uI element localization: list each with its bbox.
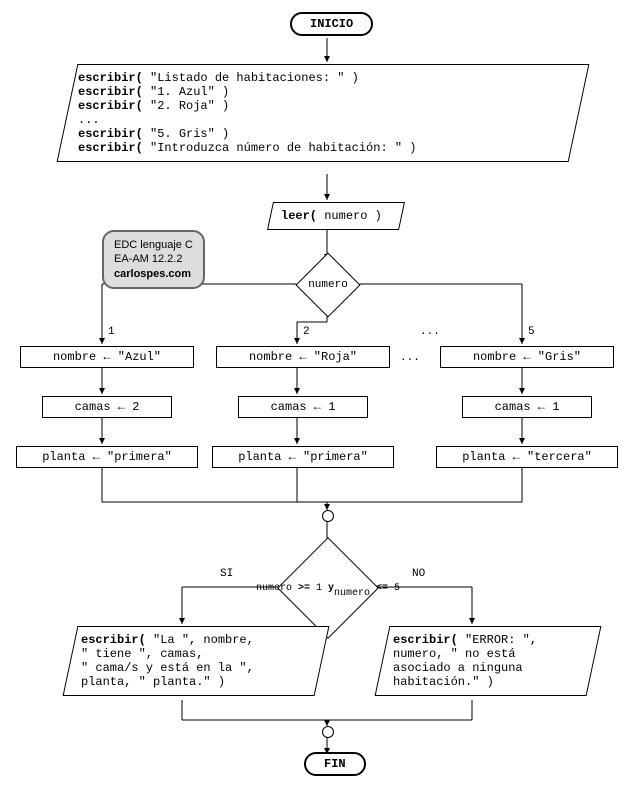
badge-line3: carlospes.com [114,267,193,281]
connector-merge-top [322,510,334,522]
io-output-no: escribir( "ERROR: ", numero, " no está a… [375,626,602,696]
connector-merge-bottom [322,726,334,738]
terminal-start: INICIO [290,12,373,36]
case-1-label: 1 [108,326,115,338]
badge-line1: EDC lenguaje C [114,239,193,251]
case-dots-label: ... [420,326,440,338]
assign-b3-nombre: nombre ← "Gris" [440,346,614,368]
io-output-yes: escribir( "La ", nombre, " tiene ", cama… [63,626,330,696]
terminal-start-label: INICIO [310,17,353,31]
case-2-label: 2 [303,326,310,338]
badge-line2: EA-AM 12.2.2 [114,253,182,265]
switch-var: numero [308,279,348,291]
assign-b2-camas: camas ← 1 [238,396,368,418]
io-read: leer( numero ) [267,202,405,230]
decision-switch: numero [295,252,360,317]
assign-b3-camas: camas ← 1 [462,396,592,418]
case-5-label: 5 [528,326,535,338]
terminal-end-label: FIN [324,757,346,771]
assign-b2-planta: planta ← "primera" [212,446,394,468]
assign-b1-nombre: nombre ← "Azul" [20,346,194,368]
label-no: NO [412,568,425,580]
assign-b3-planta: planta ← "tercera" [436,446,618,468]
assign-b1-camas: camas ← 2 [42,396,172,418]
label-yes: SI [220,568,233,580]
io-menu: escribir( "Listado de habitaciones: " ) … [57,64,590,162]
terminal-end: FIN [304,752,366,776]
watermark-badge: EDC lenguaje C EA-AM 12.2.2 carlospes.co… [102,230,205,289]
branch-dots: ... [400,352,420,364]
decision-range: numero >= 1 y numero <= 5 [277,537,379,639]
assign-b1-planta: planta ← "primera" [16,446,198,468]
assign-b2-nombre: nombre ← "Roja" [216,346,390,368]
